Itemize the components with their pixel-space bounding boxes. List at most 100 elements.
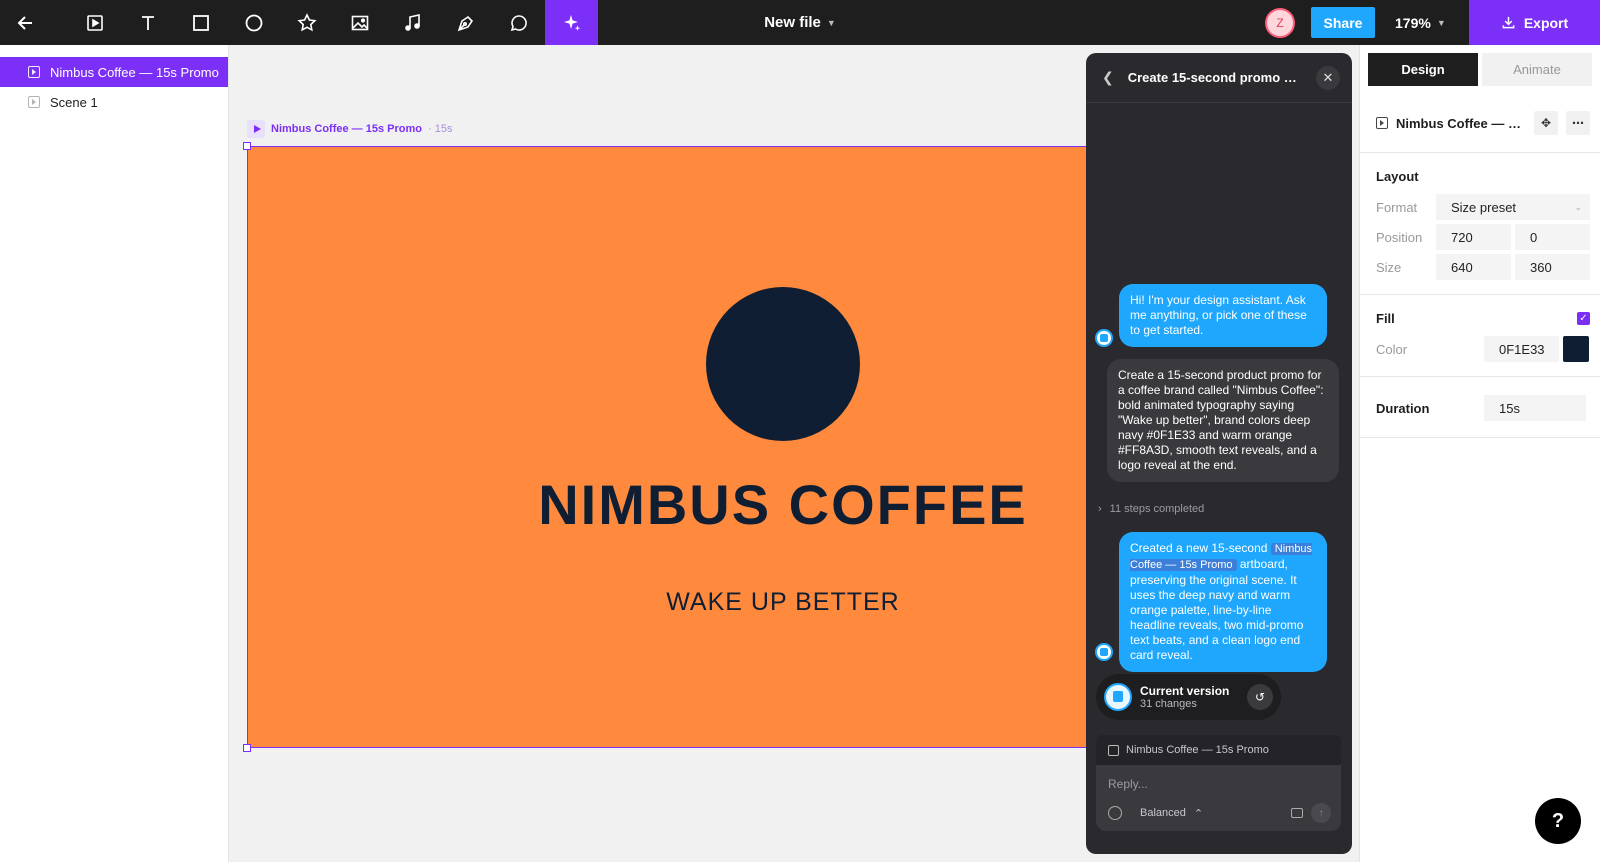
position-row: Position 720 0 <box>1376 222 1600 252</box>
image-icon[interactable] <box>333 0 386 45</box>
component-icon[interactable]: ✥ <box>1534 111 1558 135</box>
height-input[interactable]: 360 <box>1515 254 1590 280</box>
reply-input[interactable]: Reply... <box>1108 777 1148 791</box>
layer-item-scene-1[interactable]: Scene 1 <box>0 87 228 117</box>
inspector-tabs: Design Animate <box>1360 45 1600 86</box>
context-chip[interactable]: Nimbus Coffee — 15s Promo <box>1096 735 1341 765</box>
zoom-value: 179% <box>1395 14 1431 31</box>
tab-animate[interactable]: Animate <box>1482 53 1592 86</box>
layer-item-promo[interactable]: Nimbus Coffee — 15s Promo <box>0 57 228 87</box>
back-arrow-icon[interactable] <box>0 0 52 45</box>
brand-title[interactable]: NIMBUS COFFEE <box>483 472 1083 537</box>
fill-checkbox[interactable]: ✓ <box>1577 312 1590 325</box>
chevron-down-icon: ⌄ <box>1574 201 1582 212</box>
layout-section: Layout Format Size preset ⌄ Position 720… <box>1360 152 1600 294</box>
color-hex-input[interactable]: 0F1E33 <box>1484 336 1559 362</box>
mode-select[interactable]: Balanced <box>1140 807 1186 819</box>
more-icon[interactable]: ⋯ <box>1566 111 1590 135</box>
chevron-down-icon: ▼ <box>826 17 836 28</box>
assistant-avatar-icon <box>1095 329 1113 347</box>
ai-sparkle-icon[interactable] <box>545 0 598 45</box>
current-version-card[interactable]: Current version 31 changes ↺ <box>1096 674 1281 720</box>
size-label: Size <box>1376 259 1402 275</box>
star-icon[interactable] <box>280 0 333 45</box>
artboard-name: Nimbus Coffee — 15s Promo <box>271 123 422 135</box>
scene-icon[interactable] <box>68 0 121 45</box>
chevron-left-icon[interactable]: ❮ <box>1102 69 1114 86</box>
artboard[interactable]: NIMBUS COFFEE WAKE UP BETTER <box>243 142 1087 752</box>
resize-handle[interactable] <box>243 142 251 150</box>
play-icon[interactable] <box>247 120 265 138</box>
help-button[interactable]: ? <box>1535 798 1581 844</box>
reply-box[interactable]: Reply... Balanced ⌃ ↑ <box>1096 765 1341 831</box>
chevron-right-icon: › <box>1098 503 1102 515</box>
format-row: Format Size preset ⌄ <box>1376 192 1600 222</box>
tab-design[interactable]: Design <box>1368 53 1478 86</box>
layer-label: Scene 1 <box>50 94 98 110</box>
scene-icon <box>28 66 40 78</box>
assistant-message: Hi! I'm your design assistant. Ask me an… <box>1119 284 1327 347</box>
fill-title: Fill <box>1376 311 1395 326</box>
export-button[interactable]: Export <box>1469 0 1600 45</box>
loading-icon <box>1108 806 1122 820</box>
artboard-duration: · 15s <box>427 123 453 135</box>
assistant-message: Created a new 15-second Nimbus Coffee — … <box>1119 532 1327 672</box>
logo-circle[interactable] <box>706 287 860 441</box>
undo-icon[interactable]: ↺ <box>1247 684 1273 710</box>
send-icon[interactable]: ↑ <box>1311 803 1331 823</box>
reply-footer: Balanced ⌃ ↑ <box>1108 803 1331 823</box>
fill-section: Fill ✓ Color 0F1E33 <box>1360 294 1600 376</box>
avatar[interactable]: Z <box>1265 8 1295 38</box>
top-toolbar: New file ▼ Z Share 179% ▼ Export <box>0 0 1600 45</box>
scene-icon <box>1376 117 1388 129</box>
layout-title: Layout <box>1376 169 1419 184</box>
file-title-text: New file <box>764 14 821 31</box>
chevron-up-icon[interactable]: ⌃ <box>1194 807 1203 820</box>
zoom-control[interactable]: 179% ▼ <box>1395 0 1446 45</box>
duration-input[interactable]: 15s <box>1484 395 1586 421</box>
fill-header: Fill ✓ <box>1376 311 1600 326</box>
scene-icon <box>1108 744 1119 756</box>
file-title[interactable]: New file ▼ <box>720 0 880 45</box>
close-icon[interactable]: ✕ <box>1316 65 1340 90</box>
share-button[interactable]: Share <box>1311 7 1375 38</box>
layers-panel: Nimbus Coffee — 15s Promo Scene 1 <box>0 45 229 862</box>
steps-summary[interactable]: › 11 steps completed <box>1098 503 1204 515</box>
position-y-input[interactable]: 0 <box>1515 224 1590 250</box>
rectangle-icon[interactable] <box>174 0 227 45</box>
format-value: Size preset <box>1451 199 1517 215</box>
artboard-label[interactable]: Nimbus Coffee — 15s Promo · 15s <box>247 120 452 138</box>
chevron-down-icon: ▼ <box>1436 17 1446 28</box>
selected-layer-header: Nimbus Coffee — 1... ✥ ⋯ <box>1360 94 1600 152</box>
inspector-panel: Design Animate Nimbus Coffee — 1... ✥ ⋯ … <box>1359 45 1600 862</box>
text-icon[interactable] <box>121 0 174 45</box>
steps-text: 11 steps completed <box>1109 503 1205 515</box>
tagline[interactable]: WAKE UP BETTER <box>483 588 1083 617</box>
width-input[interactable]: 640 <box>1436 254 1511 280</box>
context-label: Nimbus Coffee — 15s Promo <box>1126 744 1269 756</box>
size-row: Size 640 360 <box>1376 252 1600 282</box>
selected-layer-name: Nimbus Coffee — 1... <box>1396 115 1526 131</box>
position-x-input[interactable]: 720 <box>1436 224 1511 250</box>
version-icon <box>1104 683 1132 711</box>
pen-icon[interactable] <box>439 0 492 45</box>
version-title: Current version <box>1140 684 1230 698</box>
format-label: Format <box>1376 199 1418 215</box>
resize-handle[interactable] <box>243 744 251 752</box>
position-label: Position <box>1376 229 1423 245</box>
user-message: Create a 15-second product promo for a c… <box>1107 359 1339 482</box>
response-text-start: Created a new 15-second <box>1130 541 1268 555</box>
color-row: Color 0F1E33 <box>1376 334 1600 364</box>
comment-icon[interactable] <box>492 0 545 45</box>
music-icon[interactable] <box>386 0 439 45</box>
version-changes: 31 changes <box>1140 698 1197 710</box>
image-icon[interactable] <box>1291 808 1303 818</box>
ellipse-icon[interactable] <box>227 0 280 45</box>
color-swatch[interactable] <box>1563 336 1589 362</box>
assistant-panel: ❮ Create 15-second promo vi... ✕ Hi! I'm… <box>1086 53 1352 854</box>
format-select[interactable]: Size preset ⌄ <box>1436 194 1590 220</box>
assistant-header: ❮ Create 15-second promo vi... ✕ <box>1086 53 1352 103</box>
color-label: Color <box>1376 341 1408 357</box>
divider <box>1360 437 1600 438</box>
scene-icon <box>28 96 40 108</box>
